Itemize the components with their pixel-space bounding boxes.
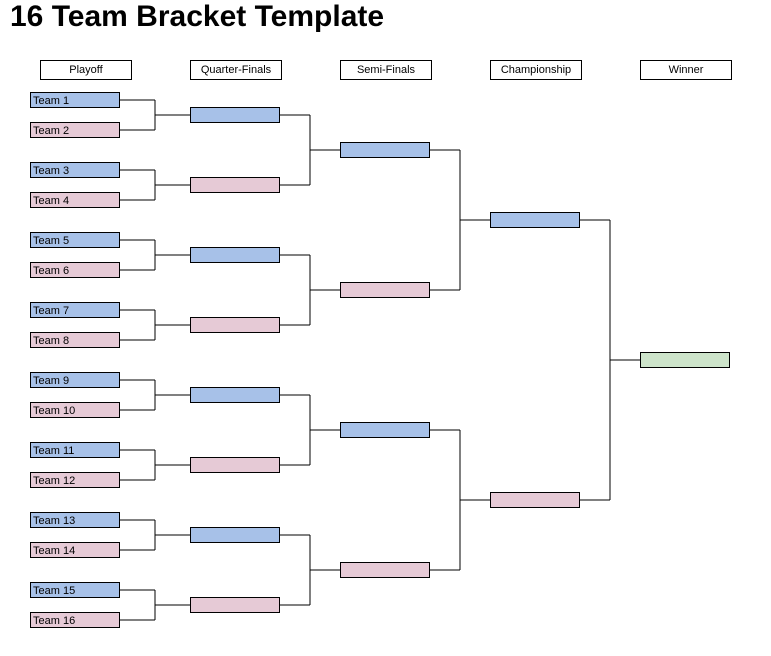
bracket-lines [0,0,771,656]
bracket-page: 16 Team Bracket Template Playoff Quarter… [0,0,771,656]
